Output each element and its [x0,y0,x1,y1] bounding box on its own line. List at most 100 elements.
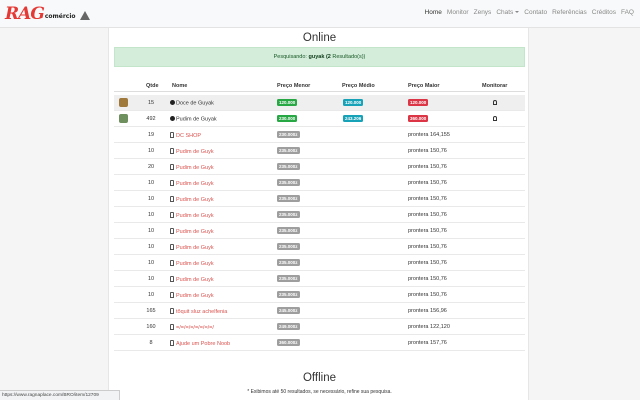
shop-name-link[interactable]: Pudim de Guyk [170,228,214,235]
shop-name-text: Pudim de Guyk [176,197,214,203]
shop-name-link[interactable]: Pudim de Guyk [170,180,214,187]
shop-qty: 8 [149,340,153,346]
shop-price-badge: 360.000z [277,339,300,346]
shop-location[interactable]: prontera 122,120 [408,324,450,330]
shop-qty: 165 [146,308,156,314]
shop-row[interactable]: 10 Pudim de Guyk 235.000z prontera 150,76 [114,255,525,271]
shop-location[interactable]: prontera 164,155 [408,132,450,138]
shop-location[interactable]: prontera 150,76 [408,148,447,154]
shop-location[interactable]: prontera 150,76 [408,164,447,170]
shop-name-link[interactable]: Pudim de Guyk [170,212,214,219]
shop-row[interactable]: 10 Pudim de Guyk 235.000z prontera 150,76 [114,143,525,159]
nav-contato[interactable]: Contato [524,9,547,16]
vendor-icon [170,180,174,186]
shop-location[interactable]: prontera 157,76 [408,340,447,346]
shop-name-link[interactable]: Pudim de Guyk [170,164,214,171]
shop-row[interactable]: 8 Ajude um Pobre Noob 360.000z prontera 157… [114,335,525,351]
shop-price-badge: 245.000z [277,307,300,314]
bell-icon[interactable] [493,100,497,105]
shop-qty: 10 [147,260,155,266]
shop-location[interactable]: prontera 150,76 [408,228,447,234]
shop-name-link[interactable]: tõquit sluz achelfenia [170,308,227,315]
shop-row[interactable]: 10 Pudim de Guyk 235.000z prontera 150,76 [114,175,525,191]
shop-qty: 10 [147,276,155,282]
vendor-icon [170,148,174,154]
shop-row[interactable]: 10 Pudim de Guyk 235.000z prontera 150,76 [114,239,525,255]
shop-name-link[interactable]: Pudim de Guyk [170,260,214,267]
shop-qty: 10 [147,196,155,202]
nav-faq[interactable]: FAQ [621,9,634,16]
item-name[interactable]: Pudim de Guyak [170,116,217,123]
shop-name-link[interactable]: Pudim de Guyk [170,292,214,299]
shop-location[interactable]: prontera 150,76 [408,276,447,282]
shop-name-link[interactable]: Ajude um Pobre Noob [170,340,230,347]
shop-row[interactable]: 10 Pudim de Guyk 235.000z prontera 150,76 [114,207,525,223]
shop-location[interactable]: prontera 150,76 [408,196,447,202]
bell-icon[interactable] [493,116,497,121]
shop-row[interactable]: 10 Pudim de Guyk 235.000z prontera 150,76 [114,223,525,239]
shop-price-badge: 235.000z [277,163,300,170]
shop-price-badge: 235.000z [277,211,300,218]
vendor-icon [170,164,174,170]
shop-price-badge: 235.000z [277,147,300,154]
shop-row[interactable]: 10 Pudim de Guyk 235.000z prontera 150,76 [114,287,525,303]
vendor-icon [170,260,174,266]
shop-row[interactable]: 20 Pudim de Guyk 235.000z prontera 150,76 [114,159,525,175]
min-price-badge: 230.000 [277,115,298,122]
shop-price-badge: 235.000z [277,243,300,250]
shop-row[interactable]: 165 tõquit sluz achelfenia 245.000z pronter… [114,303,525,319]
logo-suffix: comércio [44,12,76,20]
alert-suffix: Resultado(s)) [332,54,366,60]
shop-location[interactable]: prontera 150,76 [408,212,447,218]
shop-location[interactable]: prontera 150,76 [408,292,447,298]
shop-name-text: Ajude um Pobre Noob [176,341,231,347]
shop-name-link[interactable]: DC SHOP [170,132,201,139]
shop-name-link[interactable]: Pudim de Guyk [170,276,214,283]
shop-name-link[interactable]: Pudim de Guyk [170,196,214,203]
nav-monitor[interactable]: Monitor [447,9,469,16]
shop-name-text: Pudim de Guyk [176,181,214,187]
alert-prefix: Pesquisando: [273,54,307,60]
nav-referncias[interactable]: Referências [552,9,587,16]
shop-qty: 10 [147,212,155,218]
nav-crditos[interactable]: Créditos [592,9,616,16]
header-avg-price: Preço Médio [342,83,375,89]
shop-row[interactable]: 19 DC SHOP 230.000z prontera 164,155 [114,127,525,143]
shop-qty: 10 [147,148,155,154]
summary-row[interactable]: 492 Pudim de Guyak 230.000 243.206 360.000 [114,111,525,127]
shop-location[interactable]: prontera 150,76 [408,180,447,186]
nav-zenys[interactable]: Zenys [474,9,492,16]
brand-logo[interactable]: RAG comércio [5,3,90,25]
shop-row[interactable]: 10 Pudim de Guyk 235.000z prontera 150,76 [114,191,525,207]
shop-name-text: Pudim de Guyk [176,245,214,251]
item-name[interactable]: Doce de Guyak [170,100,214,107]
header-monitor: Monitorar [482,83,508,89]
summary-row[interactable]: 15 Doce de Guyak 120.000 120.000 120.000 [114,95,525,111]
shop-name-link[interactable]: Pudim de Guyk [170,148,214,155]
results-footnote: * Exibimos até 50 resultados, se necessá… [247,389,392,395]
min-price-badge: 120.000 [277,99,298,106]
shop-name-text: Pudim de Guyk [176,277,214,283]
shop-price-badge: 235.000z [277,179,300,186]
chevron-down-icon [515,11,520,14]
item-qty: 15 [147,100,155,106]
vendor-icon [170,324,174,330]
shop-location[interactable]: prontera 150,76 [408,244,447,250]
item-name-text: Pudim de Guyak [176,116,217,123]
info-icon[interactable] [170,100,175,105]
item-qty: 492 [146,116,156,122]
shop-price-badge: 249.000z [277,323,300,330]
shop-location[interactable]: prontera 156,96 [408,308,447,314]
shop-name-link[interactable]: =/=/=/=/=/=/=/=/ [170,324,214,331]
shop-price-badge: 230.000z [277,131,300,138]
main-nav: Home Monitor Zenys Chats Contato Referências C… [425,9,634,16]
nav-home[interactable]: Home [425,9,442,16]
nav-chats[interactable]: Chats [496,9,520,16]
shop-name-link[interactable]: Pudim de Guyk [170,244,214,251]
shop-row[interactable]: 10 Pudim de Guyk 235.000z prontera 150,76 [114,271,525,287]
shop-location[interactable]: prontera 150,76 [408,260,447,266]
online-title: Online [302,32,337,44]
shop-row[interactable]: 160 =/=/=/=/=/=/=/=/ 249.000z prontera 122,… [114,319,525,335]
info-icon[interactable] [170,116,175,121]
max-price-badge: 360.000 [408,115,429,122]
